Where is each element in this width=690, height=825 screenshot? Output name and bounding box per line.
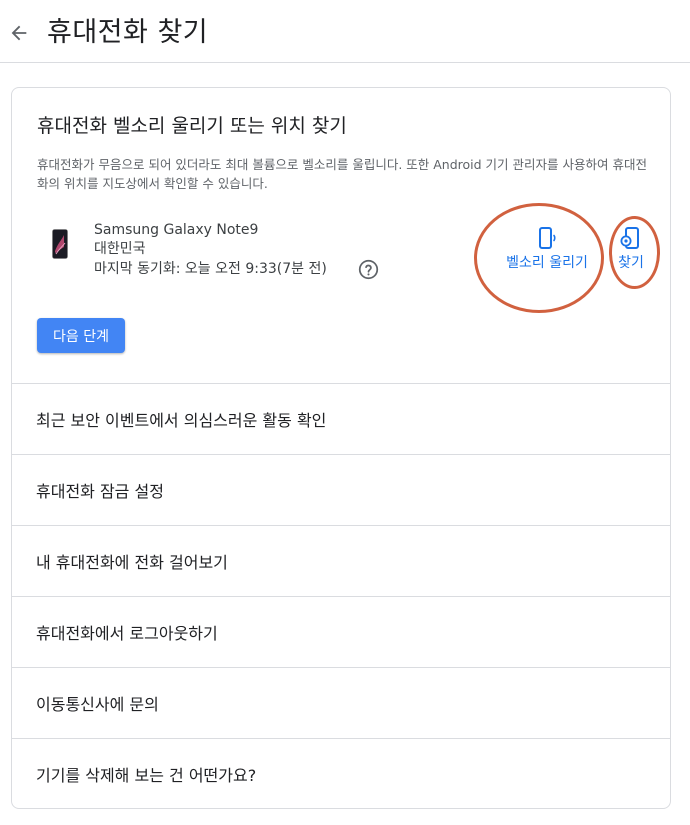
help-icon[interactable]: [358, 259, 379, 280]
locate-phone-button[interactable]: 찾기: [609, 226, 653, 273]
option-contact-carrier[interactable]: 이동통신사에 문의: [12, 667, 670, 738]
find-phone-card: 휴대전화 벨소리 울리기 또는 위치 찾기 휴대전화가 무음으로 되어 있더라도…: [11, 87, 671, 809]
locate-phone-label: 찾기: [618, 255, 644, 271]
option-erase-device[interactable]: 기기를 삭제해 보는 건 어떤가요?: [12, 738, 670, 809]
device-last-sync: 마지막 동기화: 오늘 오전 9:33(7분 전): [94, 261, 327, 277]
ring-phone-label: 벨소리 울리기: [506, 255, 588, 271]
card-title: 휴대전화 벨소리 울리기 또는 위치 찾기: [37, 115, 347, 137]
option-lock-phone[interactable]: 휴대전화 잠금 설정: [12, 454, 670, 525]
device-name: Samsung Galaxy Note9: [94, 222, 259, 238]
options-list: 최근 보안 이벤트에서 의심스러운 활동 확인 휴대전화 잠금 설정 내 휴대전…: [12, 383, 670, 809]
device-thumbnail: [52, 229, 68, 259]
option-call-phone[interactable]: 내 휴대전화에 전화 걸어보기: [12, 525, 670, 596]
phone-ring-icon: [539, 227, 556, 249]
card-description: 휴대전화가 무음으로 되어 있더라도 최대 볼륨으로 벨소리를 울립니다. 또한…: [37, 157, 647, 191]
option-check-security-events[interactable]: 최근 보안 이벤트에서 의심스러운 활동 확인: [12, 383, 670, 454]
page-header: 휴대전화 찾기: [0, 0, 690, 63]
device-country: 대한민국: [94, 241, 146, 257]
arrow-back-icon[interactable]: [8, 22, 30, 44]
page-title: 휴대전화 찾기: [47, 17, 209, 48]
next-step-button[interactable]: 다음 단계: [37, 318, 125, 353]
ring-phone-button[interactable]: 벨소리 울리기: [492, 226, 602, 273]
phone-locate-icon: [620, 227, 639, 249]
option-sign-out-phone[interactable]: 휴대전화에서 로그아웃하기: [12, 596, 670, 667]
